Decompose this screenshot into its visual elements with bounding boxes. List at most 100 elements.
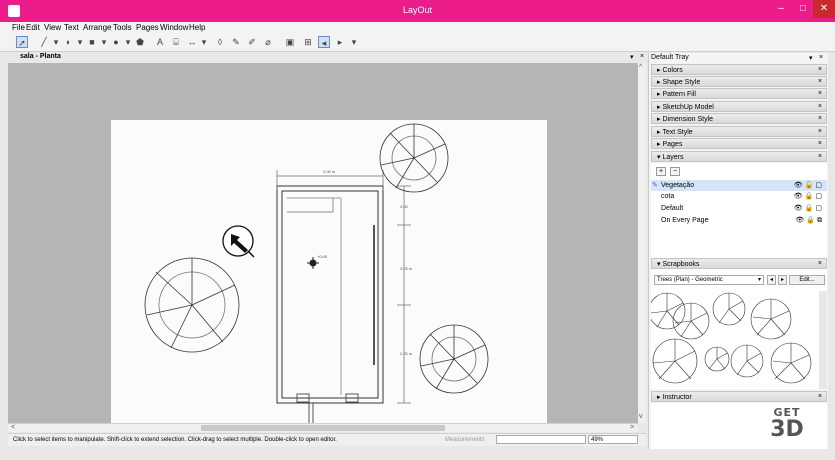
- document-close-icon[interactable]: ×: [640, 53, 644, 60]
- layer-row-default[interactable]: Default 👁🔒▢: [651, 203, 827, 214]
- document-tab-bar: sala - Planta ▾ ×: [8, 53, 646, 63]
- panel-colors[interactable]: ▸ Colors ×: [651, 64, 827, 75]
- close-icon: ×: [817, 90, 822, 97]
- menu-pages[interactable]: Pages: [136, 23, 159, 32]
- dimension-label-right-1: 4,00: [400, 204, 409, 209]
- select-tool-icon[interactable]: ➚: [16, 36, 28, 48]
- close-window-button[interactable]: ✕: [813, 0, 835, 18]
- canvas-horizontal-scrollbar[interactable]: < >: [8, 423, 638, 432]
- menu-window[interactable]: Window: [160, 23, 188, 32]
- close-icon: ×: [817, 128, 822, 135]
- scrapbook-tree-thumbnails[interactable]: [651, 289, 819, 389]
- dimension-label-right-2: 3,25 m: [400, 266, 413, 271]
- close-icon: ×: [817, 103, 822, 110]
- menu-view[interactable]: View: [44, 23, 61, 32]
- layer-visibility-lock-icons[interactable]: 👁🔒▢: [794, 192, 824, 200]
- rectangle-tool-icon[interactable]: ■: [86, 36, 98, 48]
- get3d-watermark-logo: GET 3D: [770, 406, 804, 442]
- close-icon: ×: [817, 393, 822, 400]
- add-layer-button[interactable]: +: [656, 167, 666, 176]
- presentation-icon[interactable]: ▣: [284, 36, 296, 48]
- join-tool-icon[interactable]: ⌀: [262, 36, 274, 48]
- minimize-button[interactable]: –: [770, 0, 792, 18]
- circle-dropdown-icon[interactable]: ▾: [124, 36, 132, 48]
- layer-visibility-lock-icons[interactable]: 👁🔒⧉: [795, 216, 824, 225]
- line-dropdown-icon[interactable]: ▾: [52, 36, 60, 48]
- level-label: +0.00: [317, 254, 328, 259]
- scrapbook-next-button[interactable]: ▸: [778, 275, 787, 285]
- menu-edit[interactable]: Edit: [26, 23, 40, 32]
- layer-row-vegetacao[interactable]: ✎ Vegetação 👁🔓▢: [651, 180, 827, 191]
- document-pin-icon[interactable]: ▾: [630, 53, 634, 61]
- tree-symbol-top-right: [379, 123, 449, 193]
- polygon-tool-icon[interactable]: ⬟: [134, 36, 146, 48]
- panel-pages[interactable]: ▸ Pages ×: [651, 138, 827, 149]
- circle-tool-icon[interactable]: ●: [110, 36, 122, 48]
- menu-arrange[interactable]: Arrange: [83, 23, 111, 32]
- panel-sketchup-model[interactable]: ▸ SketchUp Model ×: [651, 101, 827, 112]
- close-icon: ×: [817, 115, 822, 122]
- scroll-up-icon[interactable]: ^: [639, 64, 642, 71]
- panel-dimension-style[interactable]: ▸ Dimension Style ×: [651, 113, 827, 124]
- rectangle-dropdown-icon[interactable]: ▾: [100, 36, 108, 48]
- window-title: LayOut: [402, 5, 433, 15]
- panel-layers[interactable]: ▾ Layers ×: [651, 151, 827, 162]
- layer-row-cota[interactable]: cota 👁🔒▢: [651, 191, 827, 202]
- dimension-label-right-3: 2,25 m: [400, 351, 413, 356]
- scrapbook-set-select[interactable]: Trees (Plan) - Geometric ▾: [654, 275, 764, 285]
- scrapbook-scrollbar[interactable]: [819, 291, 827, 389]
- close-icon: ×: [817, 153, 822, 160]
- add-page-icon[interactable]: ⊞: [302, 36, 314, 48]
- status-hint: Click to select items to manipulate. Shi…: [13, 437, 337, 443]
- title-bar: LayOut – □: [0, 0, 835, 22]
- panel-pattern-fill[interactable]: ▸ Pattern Fill ×: [651, 88, 827, 99]
- arc-dropdown-icon[interactable]: ▾: [76, 36, 84, 48]
- tray-pin-icon[interactable]: ▾: [809, 54, 813, 62]
- scroll-left-icon[interactable]: <: [11, 424, 15, 431]
- paper-page[interactable]: 2,00 m 4,00 3,25 m 2,25 m +0.00: [111, 120, 547, 438]
- floor-plan-drawing[interactable]: 2,00 m 4,00 3,25 m 2,25 m +0.00: [111, 120, 547, 438]
- eraser-tool-icon[interactable]: ◊: [214, 36, 226, 48]
- layer-visibility-lock-icons[interactable]: 👁🔓▢: [794, 181, 824, 189]
- tray-title: Default Tray: [651, 54, 689, 61]
- close-icon: ×: [817, 140, 822, 147]
- zoom-field[interactable]: 49%: [588, 435, 638, 444]
- panel-shape-style[interactable]: ▸ Shape Style ×: [651, 76, 827, 87]
- style-tool-icon[interactable]: ✎: [230, 36, 242, 48]
- drawing-canvas[interactable]: 2,00 m 4,00 3,25 m 2,25 m +0.00: [8, 63, 638, 438]
- measurements-field[interactable]: [496, 435, 586, 444]
- remove-layer-button[interactable]: −: [670, 167, 680, 176]
- horizontal-scroll-thumb[interactable]: [201, 425, 445, 431]
- previous-page-icon[interactable]: ◂: [318, 36, 330, 48]
- maximize-button[interactable]: □: [792, 0, 814, 18]
- canvas-vertical-scrollbar[interactable]: ^ v: [638, 63, 646, 423]
- close-icon: ×: [817, 66, 822, 73]
- panel-scrapbooks[interactable]: ▾ Scrapbooks ×: [651, 258, 827, 269]
- line-tool-icon[interactable]: ╱: [38, 36, 50, 48]
- panel-instructor[interactable]: ▸ Instructor ×: [651, 391, 827, 402]
- north-arrow-icon: [222, 225, 255, 258]
- menu-text[interactable]: Text: [64, 23, 79, 32]
- scrapbook-edit-button[interactable]: Edit...: [789, 275, 825, 285]
- text-tool-icon[interactable]: A: [154, 36, 166, 48]
- interior-dimension: [287, 198, 334, 213]
- menu-tools[interactable]: Tools: [113, 23, 132, 32]
- menu-help[interactable]: Help: [189, 23, 205, 32]
- arc-tool-icon[interactable]: ◗: [62, 36, 74, 48]
- tray-close-icon[interactable]: ×: [819, 54, 823, 61]
- document-tab[interactable]: sala - Planta: [20, 53, 61, 60]
- layer-visibility-lock-icons[interactable]: 👁🔒▢: [794, 204, 824, 212]
- toolbar-overflow-icon[interactable]: ▾: [350, 36, 358, 48]
- next-page-icon[interactable]: ▸: [334, 36, 346, 48]
- dimension-dropdown-icon[interactable]: ▾: [200, 36, 208, 48]
- active-layer-pencil-icon: ✎: [652, 182, 658, 189]
- scroll-down-icon[interactable]: v: [639, 413, 643, 420]
- split-tool-icon[interactable]: ✐: [246, 36, 258, 48]
- scrapbook-prev-button[interactable]: ◂: [767, 275, 776, 285]
- scroll-right-icon[interactable]: >: [630, 424, 634, 431]
- layer-row-on-every-page[interactable]: On Every Page 👁🔒⧉: [651, 215, 827, 226]
- panel-text-style[interactable]: ▸ Text Style ×: [651, 126, 827, 137]
- label-tool-icon[interactable]: ⌸: [170, 36, 182, 48]
- menu-file[interactable]: File: [12, 23, 25, 32]
- dimension-tool-icon[interactable]: ↔: [186, 36, 198, 48]
